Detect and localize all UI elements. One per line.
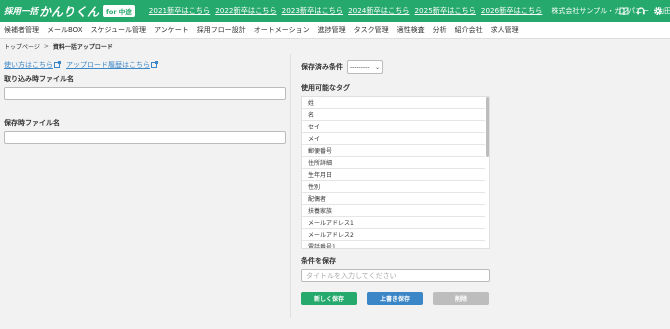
gear-icon[interactable] <box>652 5 664 17</box>
tag-item[interactable]: セイ <box>302 121 485 133</box>
saved-conditions-value: --------- <box>350 63 370 71</box>
logo-text-1: 採用一括 <box>4 7 39 17</box>
nav-item-jobs[interactable]: 求人管理 <box>491 25 519 35</box>
tags-title: 使用可能なタグ <box>301 84 350 92</box>
right-panel: 保存済み条件 --------- ⌄ 使用可能なタグ 姓 名 セイ メイ 郵便番… <box>290 54 670 318</box>
save-file-input[interactable] <box>4 131 286 144</box>
import-file-input[interactable] <box>4 87 286 100</box>
breadcrumb-current: 資料一括アップロード <box>52 44 113 51</box>
external-link-icon <box>151 61 158 68</box>
condition-title-input[interactable] <box>301 269 490 282</box>
history-link[interactable]: アップロード履歴はこちら <box>66 60 158 70</box>
year-link-2023[interactable]: 2023新卒はこちら <box>282 6 343 16</box>
year-link-2025[interactable]: 2025新卒はこちら <box>414 6 475 16</box>
nav-item-automation[interactable]: オートメーション <box>254 25 310 35</box>
headset-icon[interactable] <box>635 5 647 17</box>
year-link-2021[interactable]: 2021新卒はこちら <box>149 6 210 16</box>
new-save-button[interactable]: 新しく保存 <box>301 292 357 305</box>
help-link[interactable]: 使い方はこちら <box>4 60 61 70</box>
book-icon[interactable] <box>618 5 630 17</box>
header-icons <box>613 0 664 22</box>
tag-item[interactable]: メールアドレス2 <box>302 229 485 241</box>
logo-badge: for 中途 <box>103 5 135 17</box>
year-link-2026[interactable]: 2026新卒はこちら <box>481 6 542 16</box>
import-file-label: 取り込み時ファイル名 <box>4 75 74 83</box>
nav-item-flow-design[interactable]: 採用フロー設計 <box>197 25 246 35</box>
action-buttons: 新しく保存 上書き保存 削除 <box>301 292 670 305</box>
chevron-down-icon: ⌄ <box>374 64 380 71</box>
save-condition-title: 条件を保存 <box>301 257 336 265</box>
tag-list-scrollbar[interactable] <box>486 97 489 157</box>
nav-item-mailbox[interactable]: メールBOX <box>47 25 83 35</box>
breadcrumb-separator: > <box>43 43 49 50</box>
breadcrumb-home[interactable]: トップページ <box>4 42 40 51</box>
tag-item[interactable]: 電話番号1 <box>302 241 485 248</box>
tag-item[interactable]: 姓 <box>302 97 485 109</box>
saved-conditions-label: 保存済み条件 <box>301 63 343 71</box>
nav-item-survey[interactable]: アンケート <box>154 25 189 35</box>
nav-item-analytics[interactable]: 分析 <box>433 25 447 35</box>
tag-item[interactable]: メールアドレス1 <box>302 217 485 229</box>
app-logo[interactable]: 採用一括 かんりくん for 中途 <box>4 3 135 20</box>
external-link-icon <box>54 61 61 68</box>
help-links: 使い方はこちら アップロード履歴はこちら <box>4 60 286 70</box>
tag-item[interactable]: 配偶者 <box>302 193 485 205</box>
nav-item-tasks[interactable]: タスク管理 <box>354 25 389 35</box>
nav-item-schedule[interactable]: スケジュール管理 <box>91 25 147 35</box>
save-file-label: 保存時ファイル名 <box>4 119 60 127</box>
tag-list: 姓 名 セイ メイ 郵便番号 住所詳細 生年月日 性別 配偶者 扶養家族 メール… <box>301 96 490 249</box>
nav-item-aptitude[interactable]: 適性検査 <box>397 25 425 35</box>
top-header: 採用一括 かんりくん for 中途 2021新卒はこちら 2022新卒はこちら … <box>0 0 670 22</box>
nav-item-agencies[interactable]: 紹介会社 <box>455 25 483 35</box>
overwrite-save-button[interactable]: 上書き保存 <box>367 292 423 305</box>
history-link-label: アップロード履歴はこちら <box>66 61 150 69</box>
tag-item[interactable]: 性別 <box>302 181 485 193</box>
year-link-2024[interactable]: 2024新卒はこちら <box>348 6 409 16</box>
tag-item[interactable]: メイ <box>302 133 485 145</box>
tag-item[interactable]: 名 <box>302 109 485 121</box>
main-content: 使い方はこちら アップロード履歴はこちら 取り込み時ファイル名 保存時ファイル名… <box>0 54 670 318</box>
help-link-label: 使い方はこちら <box>4 61 53 69</box>
main-nav: 候補者管理 メールBOX スケジュール管理 アンケート 採用フロー設計 オートメ… <box>0 22 670 39</box>
tag-item[interactable]: 生年月日 <box>302 169 485 181</box>
nav-item-progress[interactable]: 進捗管理 <box>318 25 346 35</box>
breadcrumb: トップページ > 資料一括アップロード <box>0 39 670 54</box>
nav-item-candidates[interactable]: 候補者管理 <box>4 25 39 35</box>
logo-text-2: かんりくん <box>39 4 100 19</box>
year-link-2022[interactable]: 2022新卒はこちら <box>215 6 276 16</box>
saved-conditions-row: 保存済み条件 --------- ⌄ <box>301 60 670 74</box>
tag-item[interactable]: 扶養家族 <box>302 205 485 217</box>
saved-conditions-select[interactable]: --------- ⌄ <box>347 60 383 74</box>
delete-button[interactable]: 削除 <box>433 292 489 305</box>
year-links: 2021新卒はこちら 2022新卒はこちら 2023新卒はこちら 2024新卒は… <box>149 6 548 16</box>
left-panel: 使い方はこちら アップロード履歴はこちら 取り込み時ファイル名 保存時ファイル名 <box>0 54 290 318</box>
tag-item[interactable]: 住所詳細 <box>302 157 485 169</box>
tag-item[interactable]: 郵便番号 <box>302 145 485 157</box>
